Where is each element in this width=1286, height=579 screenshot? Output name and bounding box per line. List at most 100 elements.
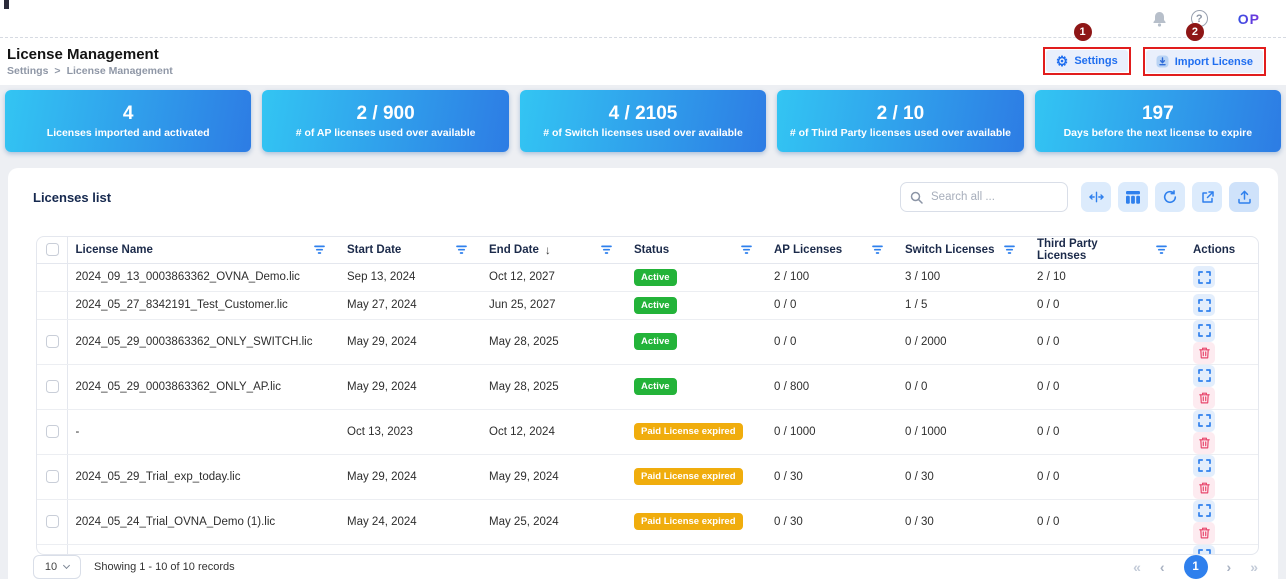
sort-desc-icon[interactable]: ↓: [545, 243, 551, 257]
delete-icon: [1199, 392, 1210, 404]
status-cell: Paid License expired: [626, 544, 766, 555]
expand-row-button[interactable]: [1193, 455, 1215, 477]
row-checkbox[interactable]: [46, 335, 59, 348]
table-columns-button[interactable]: [1118, 182, 1148, 212]
filter-icon[interactable]: [314, 245, 331, 255]
filter-icon[interactable]: [1004, 245, 1021, 255]
actions-cell: [1181, 291, 1258, 319]
column-label[interactable]: Status: [634, 244, 669, 256]
filter-icon[interactable]: [872, 245, 889, 255]
actions-cell: [1181, 499, 1258, 544]
column-label[interactable]: Start Date: [347, 244, 401, 256]
switch-licenses-cell: 0 / 2000: [897, 319, 1029, 364]
expand-row-button[interactable]: [1193, 365, 1215, 387]
select-all-checkbox[interactable]: [46, 243, 59, 256]
row-checkbox-cell: [37, 319, 67, 364]
stat-value: 197: [1142, 103, 1174, 125]
page-size-select[interactable]: 10: [33, 555, 81, 579]
prev-page-button[interactable]: ‹: [1160, 559, 1165, 575]
start-date-cell: May 24, 2024: [339, 544, 481, 555]
next-page-button[interactable]: ›: [1227, 559, 1232, 575]
status-badge: Paid License expired: [634, 513, 743, 530]
search-input[interactable]: [929, 190, 1058, 204]
row-checkbox-cell: [37, 544, 67, 555]
end-date-cell: May 24, 2024: [481, 544, 626, 555]
delete-row-button[interactable]: [1193, 387, 1215, 409]
delete-row-button[interactable]: [1193, 432, 1215, 454]
expand-row-button[interactable]: [1193, 294, 1215, 316]
ap-licenses-cell: 2 / 100: [766, 263, 897, 291]
export-icon: [1201, 191, 1214, 204]
upload-button[interactable]: [1229, 182, 1259, 212]
expand-row-button[interactable]: [1193, 545, 1215, 556]
expand-icon: [1198, 324, 1211, 337]
stat-label: # of Third Party licenses used over avai…: [790, 127, 1011, 139]
column-header-actions: Actions: [1181, 237, 1258, 263]
delete-icon: [1199, 527, 1210, 539]
actions-cell: [1181, 544, 1258, 555]
actions-cell: [1181, 409, 1258, 454]
page-header: License Management Settings>License Mana…: [0, 38, 1286, 85]
status-badge: Active: [634, 333, 677, 350]
expand-row-button[interactable]: [1193, 500, 1215, 522]
stat-value: 4 / 2105: [609, 103, 678, 125]
ap-licenses-cell: 0 / 800: [766, 364, 897, 409]
last-page-button[interactable]: »: [1250, 559, 1258, 575]
page-header-actions: 1 ⚙ Settings 2 Import License: [1043, 47, 1266, 76]
first-page-button[interactable]: «: [1133, 559, 1141, 575]
filter-icon[interactable]: [601, 245, 618, 255]
actions-cell: [1181, 263, 1258, 291]
breadcrumb-item[interactable]: Settings: [7, 65, 48, 77]
start-date-cell: Sep 13, 2024: [339, 263, 481, 291]
row-checkbox[interactable]: [46, 515, 59, 528]
annotation-badge-2: 2: [1186, 23, 1204, 41]
row-checkbox[interactable]: [46, 380, 59, 393]
table-row: 2024_09_13_0003863362_OVNA_Demo.licSep 1…: [37, 263, 1258, 291]
stat-card: 2 / 900# of AP licenses used over availa…: [262, 90, 508, 152]
status-cell: Paid License expired: [626, 499, 766, 544]
delete-row-button[interactable]: [1193, 522, 1215, 544]
filter-icon[interactable]: [741, 245, 758, 255]
search-box[interactable]: [900, 182, 1068, 212]
refresh-button[interactable]: [1155, 182, 1185, 212]
stat-card: 4Licenses imported and activated: [5, 90, 251, 152]
table-row: 2024_05_29_0003863362_ONLY_AP.licMay 29,…: [37, 364, 1258, 409]
notifications-bell-icon[interactable]: [1152, 11, 1167, 27]
filter-icon[interactable]: [456, 245, 473, 255]
status-cell: Active: [626, 291, 766, 319]
column-label[interactable]: License Name: [76, 244, 153, 256]
third-party-licenses-cell: 0 / 0: [1029, 364, 1181, 409]
records-summary: Showing 1 - 10 of 10 records: [94, 561, 235, 573]
settings-button[interactable]: ⚙ Settings: [1046, 50, 1128, 72]
expand-row-button[interactable]: [1193, 266, 1215, 288]
expand-row-button[interactable]: [1193, 410, 1215, 432]
column-label[interactable]: End Date: [489, 244, 539, 256]
status-cell: Active: [626, 263, 766, 291]
row-checkbox[interactable]: [46, 470, 59, 483]
avatar[interactable]: OP: [1232, 9, 1266, 29]
license-name-cell: 2024_05_24_Trial_OVNA_Demo.lic: [67, 544, 339, 555]
export-button[interactable]: [1192, 182, 1222, 212]
breadcrumb-item[interactable]: License Management: [67, 65, 173, 77]
table-footer: 10 Showing 1 - 10 of 10 records « ‹ 1 › …: [33, 555, 1258, 579]
row-checkbox[interactable]: [46, 425, 59, 438]
stat-value: 2 / 10: [877, 103, 925, 125]
column-label[interactable]: Third Party Licenses: [1037, 238, 1150, 262]
fit-columns-button[interactable]: [1081, 182, 1111, 212]
refresh-icon: [1163, 190, 1177, 204]
import-license-button[interactable]: Import License: [1146, 50, 1263, 73]
delete-row-button[interactable]: [1193, 477, 1215, 499]
third-party-licenses-cell: 0 / 0: [1029, 291, 1181, 319]
expand-icon: [1198, 271, 1211, 284]
column-label[interactable]: AP Licenses: [774, 244, 842, 256]
column-header-check: [37, 237, 67, 263]
settings-button-label: Settings: [1074, 55, 1117, 67]
delete-row-button[interactable]: [1193, 342, 1215, 364]
filter-icon[interactable]: [1156, 245, 1173, 255]
actions-cell: [1181, 319, 1258, 364]
expand-row-button[interactable]: [1193, 320, 1215, 342]
delete-icon: [1199, 347, 1210, 359]
current-page[interactable]: 1: [1184, 555, 1208, 579]
expand-icon: [1198, 369, 1211, 382]
column-label[interactable]: Switch Licenses: [905, 244, 994, 256]
